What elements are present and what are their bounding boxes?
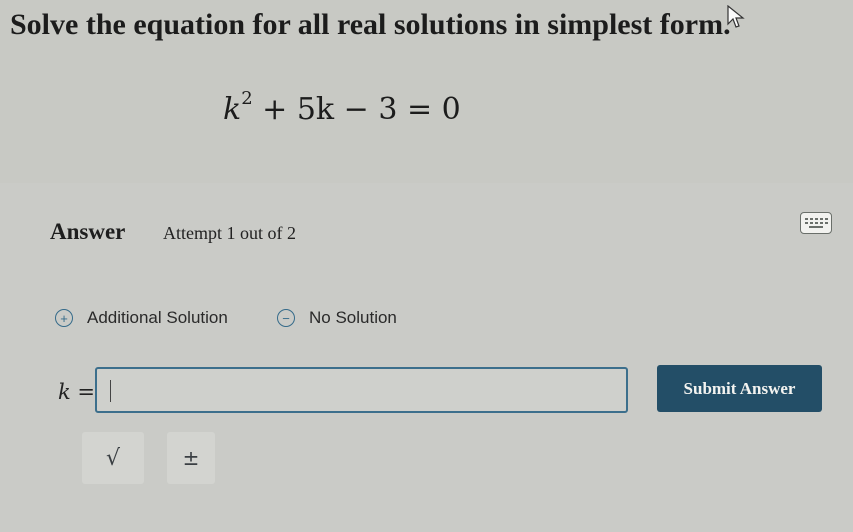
additional-solution-option[interactable]: + Additional Solution bbox=[55, 308, 228, 328]
equation-rest: + 5k − 3 = 0 bbox=[252, 92, 461, 127]
additional-solution-label: Additional Solution bbox=[87, 308, 228, 327]
equation-variable: k bbox=[223, 92, 242, 127]
square-root-button[interactable]: √ bbox=[82, 432, 144, 484]
attempt-counter: Attempt 1 out of 2 bbox=[163, 223, 296, 243]
no-solution-option[interactable]: − No Solution bbox=[277, 308, 397, 328]
minus-circle-icon: − bbox=[277, 309, 295, 327]
plus-minus-icon: ± bbox=[182, 446, 200, 470]
keyboard-icon[interactable] bbox=[800, 212, 832, 234]
plus-minus-button[interactable]: ± bbox=[167, 432, 215, 484]
answer-variable: k bbox=[58, 380, 71, 404]
answer-variable-label: k = bbox=[58, 380, 95, 404]
answer-equals: = bbox=[70, 380, 96, 404]
answer-heading: Answer bbox=[50, 219, 126, 244]
plus-circle-icon: + bbox=[55, 309, 73, 327]
mouse-cursor-icon bbox=[727, 5, 745, 28]
text-caret bbox=[110, 380, 111, 402]
question-prompt: Solve the equation for all real solution… bbox=[10, 8, 731, 41]
equation: k2 + 5k − 3 = 0 bbox=[223, 88, 461, 127]
square-root-icon: √ bbox=[105, 445, 121, 471]
answer-input[interactable] bbox=[95, 367, 628, 413]
no-solution-label: No Solution bbox=[309, 308, 397, 327]
equation-exponent: 2 bbox=[241, 88, 253, 109]
submit-answer-button[interactable]: Submit Answer bbox=[657, 365, 822, 412]
